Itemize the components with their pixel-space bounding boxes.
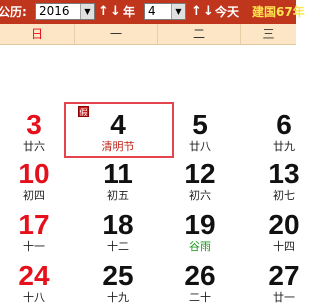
day-cell[interactable]: 10 初四 xyxy=(0,159,80,203)
year-prev-arrow[interactable]: ↑ xyxy=(98,0,109,24)
lunar-date: 廿八 xyxy=(189,140,211,153)
day-number: 13 xyxy=(268,158,300,189)
year-select-value: 2016 xyxy=(39,4,70,18)
day-number: 20 xyxy=(268,209,300,240)
weekday-header: 日 一 二 三 xyxy=(0,24,296,45)
lunar-date: 十四 xyxy=(273,240,295,253)
lunar-date: 廿六 xyxy=(23,140,45,153)
weekday-sunday: 日 xyxy=(30,27,43,41)
month-next-arrow[interactable]: ↓ xyxy=(203,0,214,24)
lunar-date: 廿九 xyxy=(273,140,295,153)
day-cell[interactable]: 17 十一 xyxy=(0,210,80,254)
day-cell[interactable]: 27 廿一 xyxy=(238,261,320,305)
lunar-date: 初四 xyxy=(23,189,45,202)
day-cell[interactable]: 19 谷雨 xyxy=(154,210,246,254)
day-number: 11 xyxy=(103,158,133,189)
day-cell[interactable]: 3 廿六 xyxy=(0,110,80,154)
day-number: 25 xyxy=(102,260,134,291)
weekday-tuesday: 二 xyxy=(192,27,205,41)
day-number: 27 xyxy=(268,260,300,291)
lunar-date: 初五 xyxy=(107,189,129,202)
day-cell[interactable]: 25 十九 xyxy=(72,261,164,305)
month-prev-arrow[interactable]: ↑ xyxy=(191,0,202,24)
lunar-date: 十一 xyxy=(23,240,45,253)
era-year-label: 建国67年 xyxy=(252,5,305,19)
lunar-date: 清明节 xyxy=(101,140,135,153)
day-number: 19 xyxy=(184,209,216,240)
day-cell[interactable]: 5 廿八 xyxy=(154,110,246,154)
calendar-toolbar: 公历: 2016 ▼ ↑ ↓ 年 4 ▼ ↑ ↓ 今天 建国67年 xyxy=(0,0,305,24)
day-cell[interactable]: 13 初七 xyxy=(238,159,320,203)
year-select[interactable]: 2016 ▼ xyxy=(35,3,95,20)
day-cell[interactable]: 26 二十 xyxy=(154,261,246,305)
weekday-monday: 一 xyxy=(109,27,122,41)
month-select[interactable]: 4 ▼ xyxy=(144,3,186,20)
lunar-date: 初七 xyxy=(273,189,295,202)
day-cell[interactable]: 24 十八 xyxy=(0,261,80,305)
lunar-date: 谷雨 xyxy=(189,240,211,253)
lunar-date: 十二 xyxy=(107,240,129,253)
chevron-down-icon[interactable]: ▼ xyxy=(80,4,94,19)
day-number: 17 xyxy=(18,209,50,240)
day-number: 6 xyxy=(276,109,292,140)
year-next-arrow[interactable]: ↓ xyxy=(110,0,121,24)
day-number: 12 xyxy=(184,158,216,189)
day-cell[interactable]: 6 廿九 xyxy=(238,110,320,154)
day-cell[interactable]: 4 清明节 xyxy=(72,110,164,154)
year-label: 年 xyxy=(123,5,136,19)
lunar-date: 二十 xyxy=(189,291,211,304)
day-number: 26 xyxy=(184,260,216,291)
lunar-date: 初六 xyxy=(189,189,211,202)
month-select-value: 4 xyxy=(148,4,156,18)
day-cell[interactable]: 12 初六 xyxy=(154,159,246,203)
lunar-date: 十九 xyxy=(107,291,129,304)
today-button[interactable]: 今天 xyxy=(215,0,239,24)
lunar-date: 廿一 xyxy=(273,291,295,304)
day-number: 3 xyxy=(26,109,42,140)
calendar-type-label: 公历: xyxy=(0,5,27,19)
day-number: 10 xyxy=(18,158,50,189)
day-number: 4 xyxy=(110,109,126,140)
lunar-date: 十八 xyxy=(23,291,45,304)
day-number: 18 xyxy=(102,209,134,240)
day-number: 5 xyxy=(192,109,208,140)
weekday-wednesday: 三 xyxy=(262,27,275,41)
day-cell[interactable]: 11 初五 xyxy=(72,159,164,203)
day-cell[interactable]: 18 十二 xyxy=(72,210,164,254)
chevron-down-icon[interactable]: ▼ xyxy=(171,4,185,19)
day-cell[interactable]: 20 十四 xyxy=(238,210,320,254)
day-number: 24 xyxy=(18,260,50,291)
